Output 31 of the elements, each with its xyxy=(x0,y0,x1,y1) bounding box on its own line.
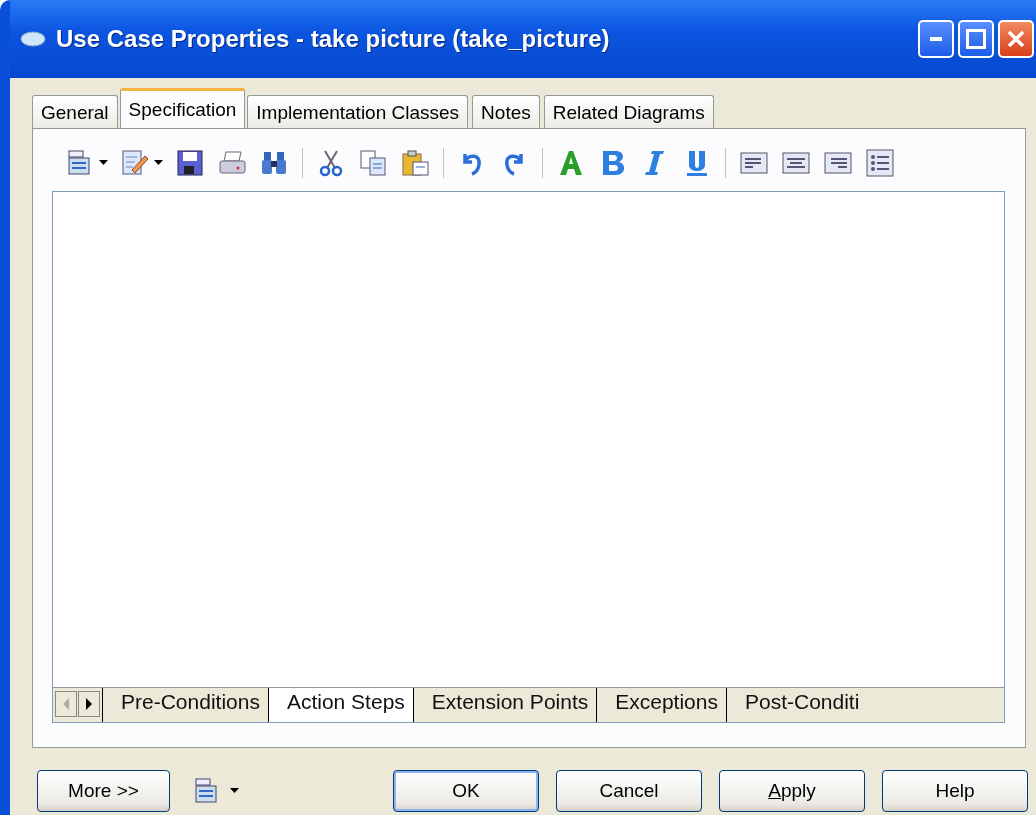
edit-icon[interactable] xyxy=(120,148,150,178)
tab[interactable]: Notes xyxy=(472,95,540,128)
dialog-button[interactable]: Apply xyxy=(719,770,865,812)
caret-icon[interactable] xyxy=(230,788,239,794)
maximize-icon xyxy=(966,29,986,49)
tab[interactable]: Implementation Classes xyxy=(247,95,469,128)
tab[interactable]: Specification xyxy=(119,88,246,128)
sheet-tab[interactable]: Action Steps xyxy=(267,688,413,722)
dialog-button[interactable]: Help xyxy=(882,770,1028,812)
left-arrow-icon xyxy=(62,698,70,710)
close-icon xyxy=(1006,29,1026,49)
dialog-button[interactable]: Cancel xyxy=(556,770,702,812)
text-editor[interactable]: Pre-Conditions Action Steps Extension Points Exceptions Post-Conditi xyxy=(52,191,1005,723)
tab[interactable]: General xyxy=(32,95,118,128)
copy-icon[interactable] xyxy=(358,148,388,178)
maximize-button[interactable] xyxy=(958,20,994,58)
minimize-button[interactable] xyxy=(918,20,954,58)
caret-icon[interactable] xyxy=(154,160,163,166)
dialog-button[interactable]: OK xyxy=(393,770,539,812)
right-arrow-icon xyxy=(85,698,93,710)
scroll-right-button[interactable] xyxy=(78,691,100,717)
caret-icon[interactable] xyxy=(99,160,108,166)
save-icon[interactable] xyxy=(175,148,205,178)
minimize-icon xyxy=(930,37,942,41)
use-case-icon xyxy=(20,31,46,47)
tab[interactable]: Related Diagrams xyxy=(543,95,714,128)
more-button[interactable]: More >> xyxy=(37,770,170,812)
close-button[interactable] xyxy=(998,20,1034,58)
bullet-list-icon[interactable] xyxy=(865,148,895,178)
window-title: Use Case Properties - take picture (take_picture) xyxy=(56,25,611,53)
clipboard-icon[interactable] xyxy=(400,148,430,178)
